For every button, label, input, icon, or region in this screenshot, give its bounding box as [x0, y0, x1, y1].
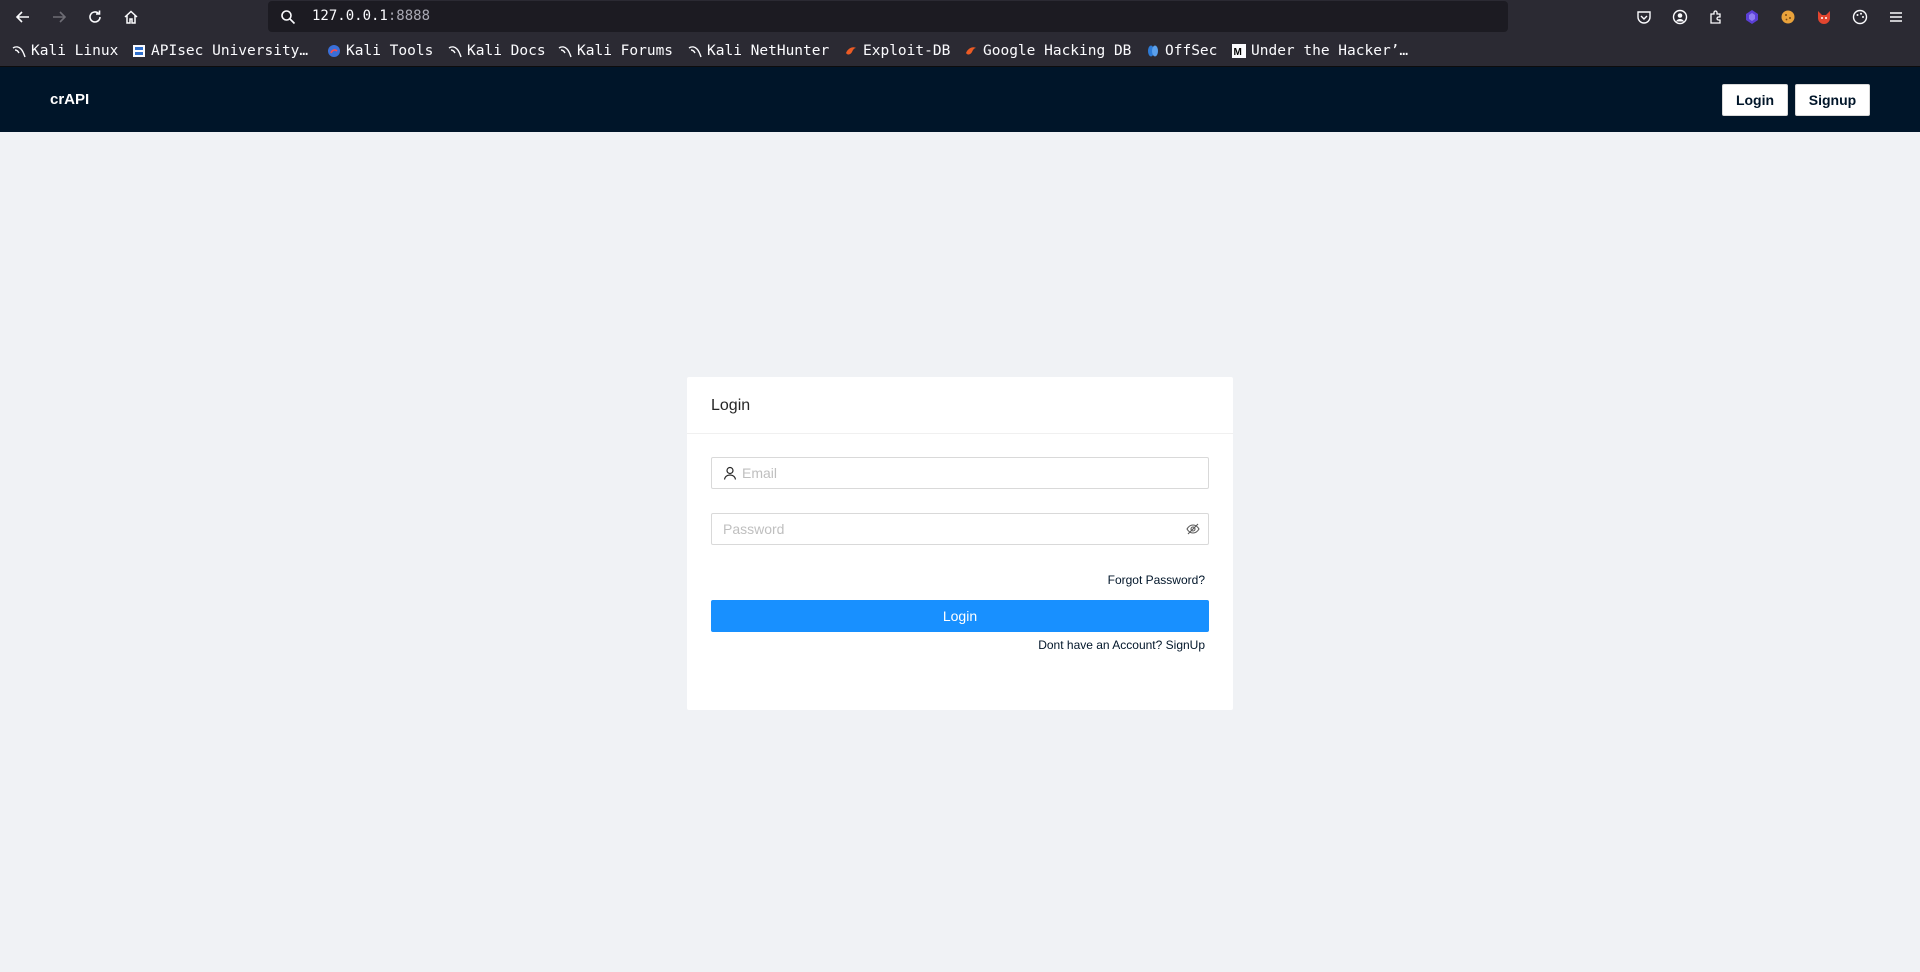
bookmarks-bar: Kali Linux APIsec University… Kali Tools…	[0, 33, 1920, 67]
bookmark-label: APIsec University…	[151, 43, 309, 59]
login-submit-button[interactable]: Login	[711, 600, 1209, 632]
palette-icon	[1852, 9, 1868, 25]
header-signup-button[interactable]: Signup	[1795, 84, 1870, 116]
address-bar[interactable]: 127.0.0.1:8888	[268, 1, 1508, 32]
pocket-button[interactable]	[1631, 4, 1657, 30]
kali-tools-icon	[328, 45, 340, 57]
bookmark-label: Exploit-DB	[863, 43, 951, 59]
email-field[interactable]	[711, 457, 1209, 489]
account-icon	[1672, 9, 1688, 25]
menu-button[interactable]	[1883, 4, 1909, 30]
extension-foxyproxy-button[interactable]	[1811, 4, 1837, 30]
user-icon	[723, 466, 737, 480]
password-input[interactable]	[723, 514, 1173, 544]
bookmark-apisec-university[interactable]: APIsec University…	[132, 42, 308, 60]
forward-arrow-icon	[53, 11, 67, 23]
url-text: 127.0.0.1:8888	[312, 8, 430, 24]
browser-toolbar: 127.0.0.1:8888	[0, 0, 1920, 33]
reload-button[interactable]	[82, 4, 108, 30]
url-host: 127.0.0.1	[312, 8, 388, 24]
back-button[interactable]	[10, 4, 36, 30]
pocket-icon	[1637, 11, 1651, 24]
bookmark-label: Under the Hacker’…	[1251, 43, 1409, 59]
bookmark-kali-forums[interactable]: Kali Forums	[558, 42, 673, 60]
bookmark-kali-nethunter[interactable]: Kali NetHunter	[688, 42, 829, 60]
extension-cookie-button[interactable]	[1775, 4, 1801, 30]
bookmark-label: Kali Tools	[346, 43, 434, 59]
bookmark-google-hacking-db[interactable]: Google Hacking DB	[964, 42, 1131, 60]
kali-dragon-icon	[448, 46, 462, 58]
bookmark-kali-linux[interactable]: Kali Linux	[12, 42, 118, 60]
login-card: Login Forgot Password? Login Dont have a…	[687, 377, 1233, 710]
offsec-icon	[1148, 45, 1158, 57]
exploit-db-icon	[846, 47, 856, 55]
bookmark-label: Google Hacking DB	[983, 43, 1132, 59]
home-button[interactable]	[118, 4, 144, 30]
bookmark-label: Kali Forums	[577, 43, 674, 59]
extension-purple-button[interactable]	[1739, 4, 1765, 30]
account-button[interactable]	[1667, 4, 1693, 30]
eye-invisible-icon[interactable]	[1186, 522, 1200, 536]
kali-dragon-icon	[688, 46, 702, 58]
reload-icon	[89, 10, 101, 23]
bookmark-exploit-db[interactable]: Exploit-DB	[844, 42, 950, 60]
forward-button[interactable]	[46, 4, 72, 30]
bookmark-label: OffSec	[1165, 43, 1218, 59]
login-card-header: Login	[687, 377, 1233, 434]
svg-text:M: M	[1234, 47, 1242, 58]
exploit-db-icon	[966, 47, 976, 55]
extensions-button[interactable]	[1703, 4, 1729, 30]
back-arrow-icon	[15, 11, 29, 23]
bookmark-label: Kali NetHunter	[707, 43, 830, 59]
cookie-icon	[1781, 10, 1795, 24]
puzzle-icon	[1710, 10, 1721, 24]
login-card-title: Login	[711, 397, 751, 414]
brand-logo[interactable]: crAPI	[50, 91, 89, 108]
extension-palette-button[interactable]	[1847, 4, 1873, 30]
bookmark-kali-docs[interactable]: Kali Docs	[448, 42, 546, 60]
medium-icon: M	[1232, 44, 1246, 58]
bookmark-label: Kali Linux	[31, 43, 119, 59]
bookmark-under-the-hacker[interactable]: M Under the Hacker’…	[1232, 42, 1408, 60]
signup-link[interactable]: Dont have an Account? SignUp	[1038, 638, 1205, 652]
header-login-button[interactable]: Login	[1722, 84, 1788, 116]
kali-dragon-icon	[558, 46, 572, 58]
url-port: :8888	[387, 8, 431, 24]
extension-purple-icon	[1746, 10, 1758, 24]
email-input[interactable]	[742, 458, 1202, 488]
home-icon	[124, 10, 138, 24]
search-icon	[281, 10, 296, 25]
app-header: crAPI Login Signup	[0, 67, 1920, 132]
hamburger-menu-icon	[1890, 12, 1902, 22]
forgot-password-link[interactable]: Forgot Password?	[1108, 573, 1205, 587]
kali-dragon-icon	[12, 46, 26, 58]
password-field[interactable]	[711, 513, 1209, 545]
bookmark-kali-tools[interactable]: Kali Tools	[327, 42, 433, 60]
fox-icon	[1818, 11, 1830, 24]
bookmark-offsec[interactable]: OffSec	[1146, 42, 1217, 60]
bookmark-label: Kali Docs	[467, 43, 546, 59]
apisec-icon	[133, 45, 145, 57]
